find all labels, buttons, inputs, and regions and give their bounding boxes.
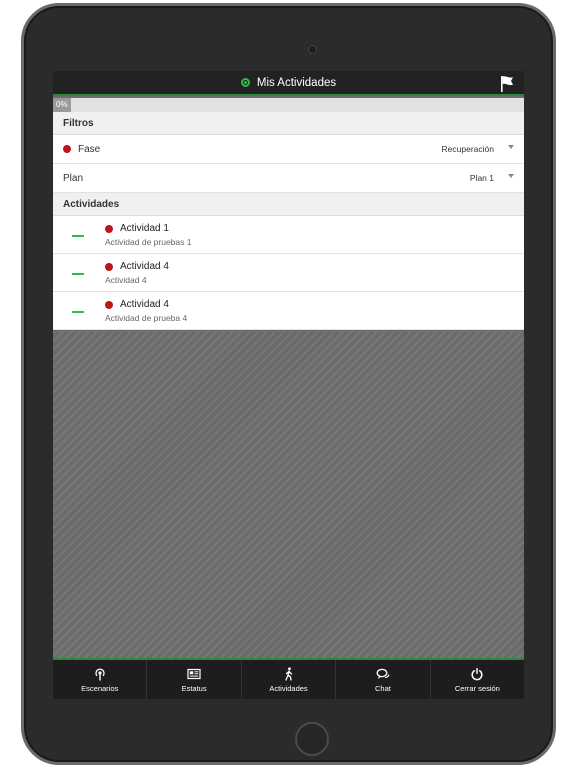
- status-dot-icon: [63, 145, 71, 153]
- activity-title: Actividad 4: [120, 299, 169, 310]
- filters-header: Filtros: [53, 112, 524, 135]
- activity-title: Actividad 1: [120, 223, 169, 234]
- activities-header: Actividades: [53, 193, 524, 216]
- flag-icon[interactable]: [500, 75, 514, 93]
- activity-marker-icon: [72, 273, 84, 275]
- tab-label: Cerrar sesión: [454, 683, 500, 693]
- activity-subtitle: Actividad de prueba 4: [105, 313, 188, 323]
- progress-bar: 0%: [53, 98, 524, 112]
- content-panel: Filtros Fase Recuperación Plan Plan 1 Ac…: [53, 112, 524, 330]
- activity-title-wrap: Actividad 4: [105, 261, 169, 272]
- camera: [308, 45, 317, 54]
- tab-estatus[interactable]: Estatus: [147, 660, 242, 699]
- app-screen: Mis Actividades 0% Filtros Fase Recupera…: [53, 71, 524, 699]
- status-dot-icon: [105, 224, 113, 233]
- activity-marker-icon: [72, 235, 84, 237]
- page-title: Mis Actividades: [256, 76, 337, 89]
- chat-icon: [376, 668, 390, 679]
- filter-fase-label: Fase: [78, 143, 101, 155]
- tab-bar: Escenarios Estatus Actividades Chat Cerr…: [53, 658, 524, 699]
- tab-label: Chat: [375, 683, 391, 693]
- activity-subtitle: Actividad de pruebas 1: [105, 237, 192, 247]
- filter-fase[interactable]: Fase Recuperación: [53, 135, 524, 164]
- walking-icon: [284, 666, 292, 681]
- status-indicator-icon: [240, 78, 250, 87]
- background-pattern: [53, 332, 524, 658]
- tab-label: Actividades: [269, 683, 308, 693]
- status-dot-icon: [105, 262, 113, 271]
- home-button[interactable]: [295, 722, 329, 756]
- chevron-down-icon: [508, 174, 514, 178]
- tab-actividades[interactable]: Actividades: [242, 660, 337, 699]
- status-dot-icon: [105, 300, 113, 309]
- tab-label: Estatus: [181, 683, 207, 693]
- activity-item[interactable]: Actividad 4 Actividad 4: [53, 254, 524, 292]
- nav-bar: Mis Actividades: [53, 71, 524, 96]
- power-icon: [471, 667, 483, 680]
- tab-escenarios[interactable]: Escenarios: [53, 660, 148, 699]
- activity-subtitle: Actividad 4: [105, 275, 147, 285]
- activity-title-wrap: Actividad 4: [105, 299, 169, 310]
- tab-chat[interactable]: Chat: [336, 660, 431, 699]
- broadcast-icon: [95, 668, 105, 680]
- filter-plan-value: Plan 1: [469, 173, 494, 183]
- activity-item[interactable]: Actividad 1 Actividad de pruebas 1: [53, 216, 524, 254]
- activity-title-wrap: Actividad 1: [105, 223, 169, 234]
- activity-item[interactable]: Actividad 4 Actividad de prueba 4: [53, 292, 524, 330]
- filter-fase-value: Recuperación: [441, 144, 494, 154]
- tab-cerrar-sesion[interactable]: Cerrar sesión: [431, 660, 524, 699]
- progress-label: 0%: [53, 98, 71, 112]
- tab-label: Escenarios: [81, 683, 119, 693]
- filter-plan[interactable]: Plan Plan 1: [53, 164, 524, 193]
- newspaper-icon: [187, 668, 201, 679]
- filter-plan-label: Plan: [63, 172, 84, 184]
- chevron-down-icon: [508, 145, 514, 149]
- activity-title: Actividad 4: [120, 261, 169, 272]
- activity-marker-icon: [72, 311, 84, 313]
